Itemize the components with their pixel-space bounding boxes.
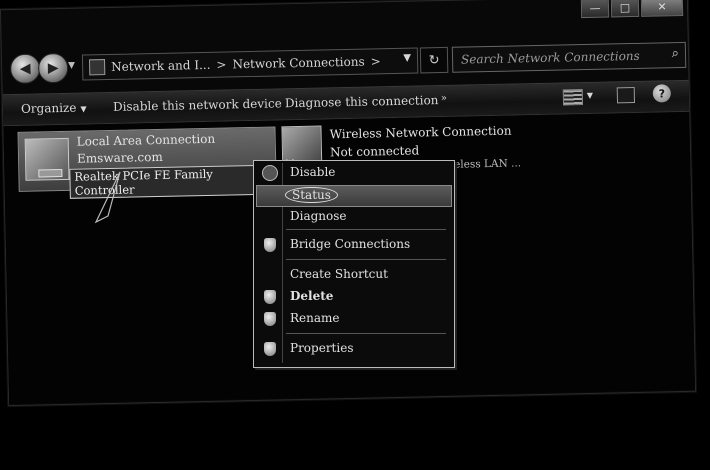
navigation-row: ◀ ▶ ▼ Network and I... > Network Connect… [8,38,687,88]
menu-item-label: Delete [290,289,334,303]
menu-item-disable[interactable]: Disable [256,163,450,183]
breadcrumb-separator-icon[interactable]: > [371,54,381,68]
help-icon[interactable]: ? [652,84,672,103]
breadcrumb-network-internet[interactable]: Network and I... [111,58,211,74]
organize-label: Organize [20,100,77,116]
address-bar[interactable]: Network and I... > Network Connections >… [81,47,419,81]
context-menu: Disable Status Diagnose Bridge Connectio… [253,160,455,368]
control-panel-icon [88,59,106,76]
chevron-down-icon: ▼ [80,104,87,114]
menu-item-label: Create Shortcut [290,267,388,281]
preview-pane-icon[interactable] [616,86,636,104]
menu-item-label: Diagnose [290,209,347,223]
search-icon[interactable]: ⌕ [672,46,680,61]
breadcrumb-network-connections[interactable]: Network Connections [232,55,364,72]
search-box[interactable]: ⌕ [451,41,687,73]
menu-item-diagnose[interactable]: Diagnose [256,207,450,227]
organize-button[interactable]: Organize ▼ [20,100,87,116]
diagnose-connection-button[interactable]: Diagnose this connection [285,93,439,110]
minimize-button[interactable]: — [580,0,610,19]
menu-separator [286,259,446,260]
disable-icon [262,165,278,181]
change-view-icon[interactable] [562,89,584,106]
connection-status: Not connected [329,143,420,160]
maximize-button[interactable]: □ [610,0,640,18]
menu-separator [286,229,446,230]
address-dropdown-icon[interactable]: ▼ [403,53,411,64]
shield-icon [264,238,276,252]
local-area-connection-item[interactable]: Local Area Connection Emsware.com Realte… [17,126,277,199]
search-input[interactable] [452,47,664,68]
shield-icon [264,290,276,304]
refresh-icon: ↻ [428,52,440,68]
close-button[interactable]: ✕ [640,0,684,17]
connection-status: Emsware.com [76,149,163,166]
menu-item-label: Bridge Connections [290,237,411,251]
menu-separator [286,333,446,334]
menu-item-label: Disable [290,165,336,179]
connection-device: Realtek PCIe FE Family Controller [69,164,276,199]
menu-item-properties[interactable]: Properties [256,339,450,359]
view-options-dropdown-icon[interactable]: ▼ [587,91,593,100]
menu-item-bridge-connections[interactable]: Bridge Connections [256,235,450,255]
refresh-button[interactable]: ↻ [419,46,449,74]
connection-name: Wireless Network Connection [329,123,512,142]
more-commands-button[interactable]: » [441,93,447,104]
menu-item-label: Status [285,187,338,203]
recent-pages-dropdown[interactable]: ▼ [68,61,75,71]
menu-item-label: Rename [290,311,340,325]
shield-icon [264,312,276,326]
back-button[interactable]: ◀ [9,53,41,85]
breadcrumb-separator-icon[interactable]: > [216,58,226,72]
shield-icon [264,342,276,356]
menu-item-status[interactable]: Status [256,185,452,207]
window-controls: — □ ✕ [579,0,684,19]
menu-item-delete[interactable]: Delete [256,287,450,307]
wired-network-icon [24,137,70,181]
menu-item-rename[interactable]: Rename [256,309,450,329]
forward-button[interactable]: ▶ [37,52,69,84]
disable-device-button[interactable]: Disable this network device [113,96,282,114]
connection-name: Local Area Connection [76,131,216,149]
menu-item-label: Properties [290,341,354,355]
menu-item-create-shortcut[interactable]: Create Shortcut [256,265,450,285]
